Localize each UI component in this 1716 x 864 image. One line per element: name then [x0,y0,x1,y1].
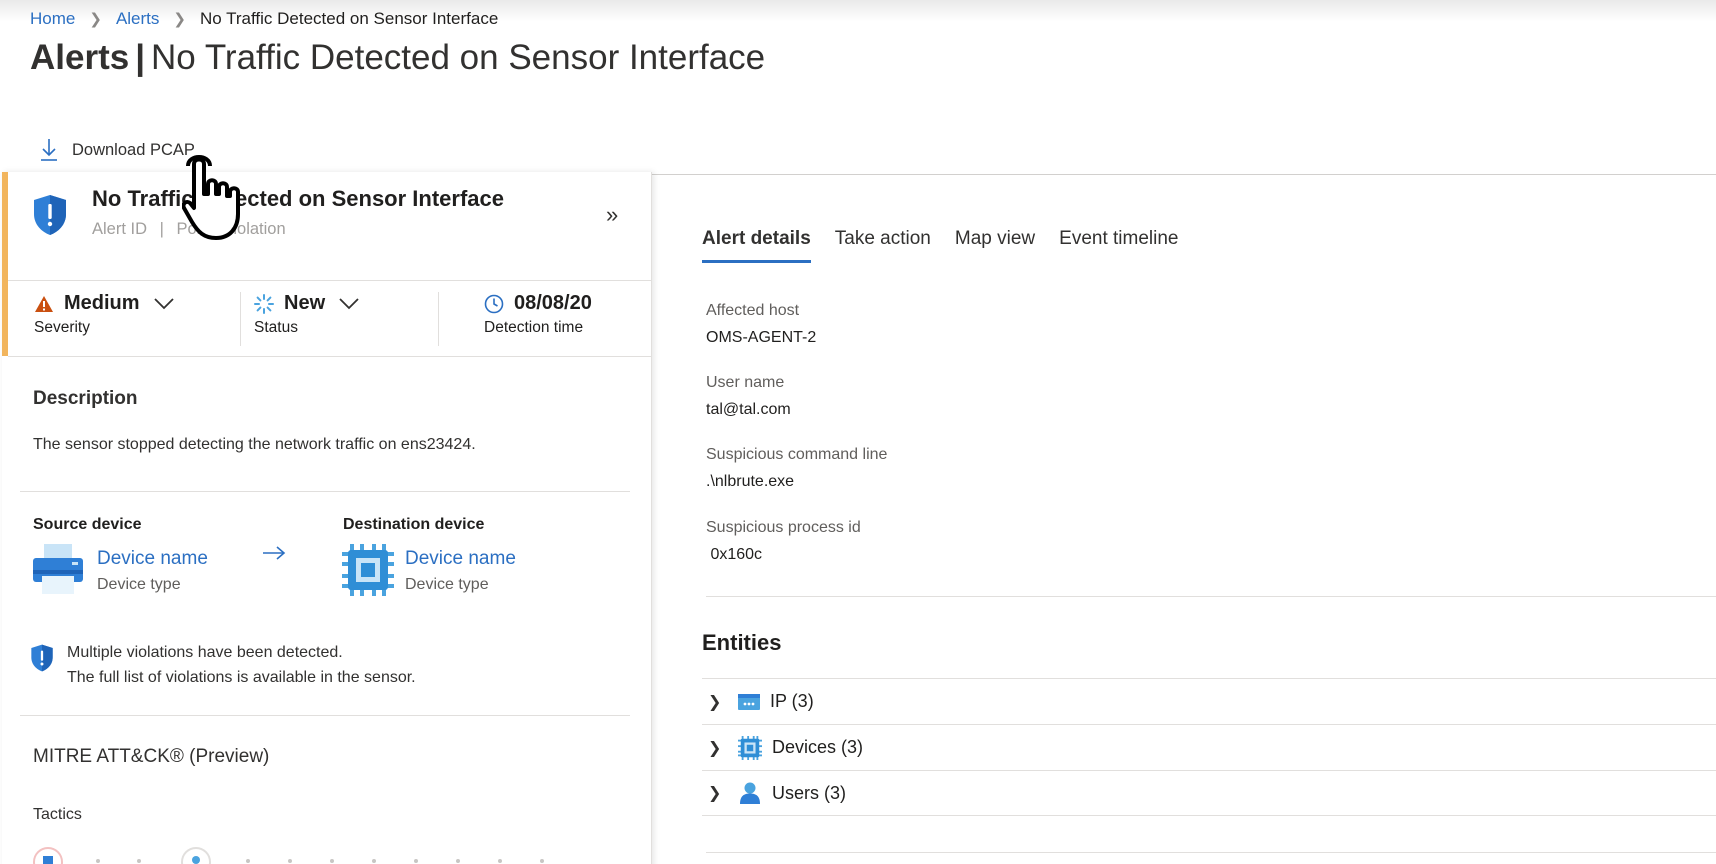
header-bottom-divider [8,356,651,357]
printer-icon [33,544,83,594]
tab-map-view[interactable]: Map view [955,228,1035,263]
page-title: Alerts | No Traffic Detected on Sensor Int… [30,38,765,78]
severity-label: Severity [34,319,90,336]
tactics-strip [32,844,572,864]
chip-icon [738,735,762,760]
tab-take-action[interactable]: Take action [835,228,931,263]
chip-icon [342,544,394,596]
chevron-down-icon[interactable] [339,297,359,310]
source-device-link[interactable]: Device name [97,548,208,570]
tab-event-timeline[interactable]: Event timeline [1059,228,1178,263]
expand-panel-icon[interactable]: » [606,202,618,228]
chevron-right-icon[interactable]: ❯ [702,692,738,712]
tactics-dots-icon [33,847,544,864]
status-new-icon [254,293,274,314]
tab-alert-details[interactable]: Alert details [702,228,811,263]
source-device-type: Device type [97,576,181,593]
chevron-down-icon[interactable] [153,297,174,310]
severity-value: Medium [64,292,140,314]
description-title: Description [33,388,138,409]
chevron-right-icon: ❯ [89,11,102,28]
clock-icon [484,294,504,313]
download-pcap-button[interactable]: Download PCAP [40,138,195,162]
entity-users-label: Users (3) [772,782,847,803]
arrow-right-icon [263,546,286,560]
entities-title: Entities [702,630,782,655]
alert-id-label: Alert ID [92,220,148,238]
chevron-right-icon[interactable]: ❯ [702,783,738,803]
download-pcap-label: Download PCAP [72,140,195,159]
destination-device-link[interactable]: Device name [405,548,516,570]
destination-device-type: Device type [405,576,489,593]
destination-device-label: Destination device [343,516,485,533]
shield-alert-icon [31,644,53,672]
header-divider [8,280,651,281]
entity-row-users[interactable]: ❯ Users (3) [702,770,1716,816]
entity-row-devices[interactable]: ❯ Devices (3) [702,724,1716,770]
breadcrumb-current: No Traffic Detected on Sensor Interface [199,9,499,28]
meta-divider [438,292,439,346]
alert-panel: No Traffic Detected on Sensor Interface … [2,172,652,864]
detail-tabs: Alert details Take action Map view Event… [702,228,1202,263]
entity-ip-label: IP (3) [770,691,814,711]
command-line-value: .\nlbrute.exe [706,473,795,490]
chevron-right-icon[interactable]: ❯ [702,738,738,758]
detection-value: 08/08/20 [514,292,592,314]
description-text: The sensor stopped detecting the network… [33,436,476,453]
content-divider [652,174,1716,175]
violations-line-2: The full list of violations is available… [67,669,416,686]
user-icon [738,781,762,805]
details-divider [706,596,1716,597]
breadcrumb-alerts-link[interactable]: Alerts [116,9,159,29]
page-title-name: No Traffic Detected on Sensor Interface [151,38,766,77]
detection-label: Detection time [484,319,584,336]
section-divider [20,491,630,492]
detection-field: 08/08/20 Detection time [484,292,592,342]
entities-bottom-divider [706,852,1716,853]
page-title-prefix: Alerts [30,38,130,77]
status-field: New Status [254,292,359,342]
violations-line-1: Multiple violations have been detected. [67,644,343,661]
alert-panel-header: No Traffic Detected on Sensor Interface … [2,172,651,357]
ip-icon [738,693,760,711]
warning-icon [35,295,53,312]
breadcrumb: Home ❯ Alerts ❯ No Traffic Detected on S… [30,9,498,29]
page-title-separator: | [135,38,146,77]
process-id-label: Suspicious process id [706,519,861,536]
alert-title: No Traffic Detected on Sensor Interface [92,186,504,211]
severity-field: Medium Severity [34,292,174,342]
entity-devices-label: Devices (3) [772,737,864,757]
meta-divider [240,292,241,346]
pointer-hand-icon [182,155,240,240]
affected-host-label: Affected host [706,302,800,319]
section-divider [20,715,630,716]
entity-row-ip[interactable]: ❯ IP (3) [702,678,1716,724]
download-icon [41,139,57,161]
chevron-right-icon: ❯ [173,11,186,28]
alert-sub-divider: | [159,220,164,238]
status-value: New [284,292,326,314]
status-label: Status [254,319,298,336]
source-device-label: Source device [33,516,142,533]
tactics-label: Tactics [33,806,82,823]
process-id-value: 0x160c [706,546,763,563]
breadcrumb-home-link[interactable]: Home [30,9,75,29]
user-name-value: tal@tal.com [706,401,791,418]
command-line-label: Suspicious command line [706,446,888,463]
shield-alert-icon [34,195,66,235]
affected-host-value: OMS-AGENT-2 [706,329,817,346]
user-name-label: User name [706,374,785,391]
mitre-title: MITRE ATT&CK® (Preview) [33,746,270,767]
